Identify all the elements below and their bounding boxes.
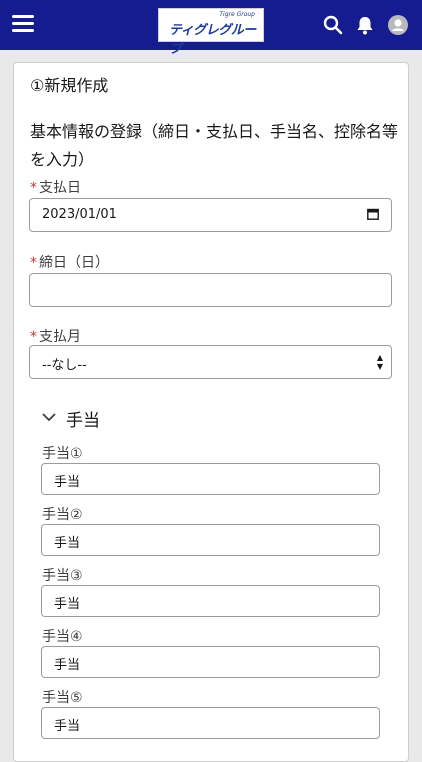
allowance-label-2: 手当② [42,507,83,523]
allowance-value-5: 手当 [54,719,81,734]
form-description: 基本情報の登録（締日・支払日、手当名、控除名等を入力） [30,122,399,169]
payment-date-field[interactable]: 2023/01/01 [29,198,392,232]
allowance-value-3: 手当 [54,597,81,612]
logo-tagline: Tigre Group [219,11,255,18]
allowance-label-1: 手当① [42,446,83,462]
required-marker: * [30,255,37,271]
step-title: ①新規作成 [30,76,109,95]
allowance-value-1: 手当 [54,475,81,490]
allowance-section-title[interactable]: 手当 [66,406,100,431]
allowance-field-2[interactable]: 手当 [41,524,380,556]
hamburger-menu-icon[interactable] [12,14,34,34]
allowance-field-4[interactable]: 手当 [41,646,380,678]
payment-date-value: 2023/01/01 [42,207,117,222]
tigre-group-logo[interactable]: Tigre Group ティグレグループ [158,8,264,57]
allowance-label-4: 手当④ [42,629,83,645]
chevron-down-icon[interactable] [42,412,56,422]
payment-month-value: --なし-- [42,358,87,373]
logo-text: ティグレグループ [169,23,256,57]
up-down-arrows-icon: ▲ ▼ [376,353,383,371]
allowance-field-5[interactable]: 手当 [41,707,380,739]
bell-icon[interactable] [355,15,375,35]
allowance-field-1[interactable]: 手当 [41,463,380,495]
closing-day-field[interactable] [29,273,392,307]
top-navigation-bar: Tigre Group ティグレグループ [0,0,422,57]
payment-month-label: * 支払月 [30,329,81,345]
avatar-icon[interactable] [388,15,408,35]
search-icon[interactable] [323,15,343,35]
allowance-label-5: 手当⑤ [42,690,83,706]
allowance-field-3[interactable]: 手当 [41,585,380,617]
required-marker: * [30,180,37,196]
allowance-label-3: 手当③ [42,568,83,584]
allowance-value-4: 手当 [54,658,81,673]
payment-month-select[interactable]: --なし-- ▲ ▼ [29,345,392,379]
closing-day-label: * 締日（日） [30,255,109,271]
required-marker: * [30,329,37,345]
payment-date-label: * 支払日 [30,180,81,196]
allowance-value-2: 手当 [54,536,81,551]
calendar-icon[interactable] [367,208,379,220]
